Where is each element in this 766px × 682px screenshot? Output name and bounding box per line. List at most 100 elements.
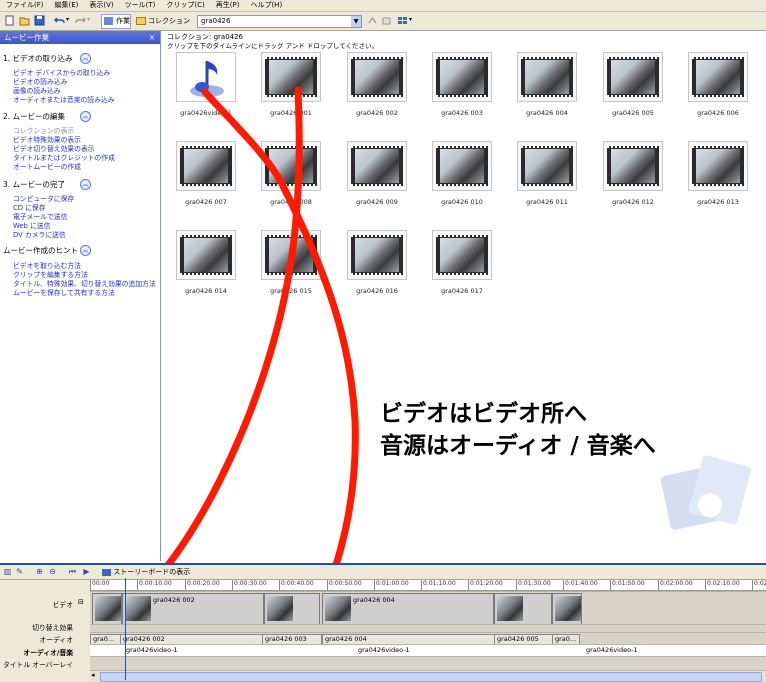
task-import-video[interactable]: ビデオの読み込み <box>13 78 67 87</box>
open-project-icon[interactable] <box>19 15 30 26</box>
tip-capture-video[interactable]: ビデオを取り込む方法 <box>13 262 81 271</box>
timeline-music-clip[interactable]: gra0426video-1 <box>586 646 638 655</box>
menu-file[interactable]: ファイル(F) <box>0 0 49 11</box>
timeline-music-clip[interactable]: gra0426video-1 <box>358 646 410 655</box>
audio-clip-thumbnail[interactable]: gra0426video-1 <box>176 52 236 117</box>
video-clip-thumbnail[interactable]: gra0426 001 <box>261 52 321 117</box>
task-send-dv-camera[interactable]: DV カメラに送信 <box>13 231 66 240</box>
collapse-icon[interactable]: ︽ <box>80 245 91 256</box>
menu-clip[interactable]: クリップ(C) <box>160 0 209 11</box>
task-make-titles[interactable]: タイトルまたはクレジットの作成 <box>13 154 115 163</box>
timeline-scroll-thumb[interactable] <box>100 672 762 682</box>
save-project-icon[interactable] <box>34 15 45 26</box>
menu-play[interactable]: 再生(P) <box>210 0 245 11</box>
timeline-video-clip[interactable]: gra0426 002 <box>122 593 264 625</box>
expand-track-icon[interactable]: ⊟ <box>78 598 84 606</box>
task-show-collections[interactable]: コレクションの表示 <box>13 127 74 136</box>
redo-dropdown-icon[interactable]: ▾ <box>87 16 90 23</box>
ruler-tick: 0:00:10.00 <box>137 580 172 590</box>
scroll-left-icon[interactable]: ◂ <box>91 671 95 679</box>
ruler-tick: 0:01:20.00 <box>468 580 503 590</box>
video-clip-thumbnail[interactable]: gra0426 005 <box>603 52 663 117</box>
video-clip-thumbnail[interactable]: gra0426 015 <box>261 230 321 295</box>
video-clip-thumbnail[interactable]: gra0426 012 <box>603 141 663 206</box>
timeline-video-clip[interactable]: gr... <box>552 593 582 625</box>
filmstrip-icon <box>180 146 232 186</box>
undo-dropdown-icon[interactable]: ▾ <box>66 16 69 23</box>
timeline-scrollbar[interactable]: ◂ <box>90 670 766 682</box>
video-clip-thumbnail[interactable]: gra0426 004 <box>517 52 577 117</box>
title-overlay-track[interactable] <box>90 656 766 670</box>
chevron-down-icon[interactable]: ▼ <box>351 16 361 27</box>
annotation-line-video: ビデオはビデオ所へ <box>380 400 587 427</box>
tip-save-share[interactable]: ムービーを保存して共有する方法 <box>13 289 115 298</box>
task-import-pictures[interactable]: 画像の読み込み <box>13 87 61 96</box>
clip-frame <box>347 141 407 191</box>
collapse-icon[interactable]: ︽ <box>80 179 91 190</box>
menu-edit[interactable]: 編集(E) <box>49 0 84 11</box>
time-ruler[interactable]: 00:00 0:00:10.00 0:00:20.00 0:00:30.00 0:00:… <box>90 580 766 591</box>
close-icon[interactable]: × <box>149 31 155 44</box>
views-dropdown-icon[interactable]: ▾ <box>409 16 412 23</box>
task-import-audio[interactable]: オーディオまたは音楽の読み込み <box>13 96 114 105</box>
task-save-to-cd[interactable]: CD に保存 <box>13 204 46 213</box>
tasks-button[interactable]: 作業 <box>101 14 131 29</box>
task-make-automovie[interactable]: オートムービーの作成 <box>13 163 81 172</box>
views-icon[interactable] <box>397 15 408 26</box>
video-clip-thumbnail[interactable]: gra0426 002 <box>347 52 407 117</box>
video-track[interactable]: gra0426 002 gra0426 004 gr... <box>90 591 766 625</box>
menu-help[interactable]: ヘルプ(H) <box>244 0 287 11</box>
up-one-level-icon[interactable] <box>367 15 378 26</box>
collapse-icon[interactable]: ︽ <box>80 111 91 122</box>
task-save-to-computer[interactable]: コンピュータに保存 <box>13 195 74 204</box>
task-show-video-effects[interactable]: ビデオ特殊効果の表示 <box>13 136 81 145</box>
task-send-email[interactable]: 電子メールで送信 <box>13 213 67 222</box>
set-audio-levels-icon[interactable]: ▥ <box>3 567 12 576</box>
section-finish-title[interactable]: 3. ムービーの完了 <box>3 179 65 190</box>
undo-icon[interactable] <box>54 15 65 26</box>
video-clip-thumbnail[interactable]: gra0426 016 <box>347 230 407 295</box>
menu-tools[interactable]: ツール(T) <box>119 0 161 11</box>
video-clip-thumbnail[interactable]: gra0426 017 <box>432 230 492 295</box>
section-capture-title[interactable]: 1. ビデオの取り込み <box>3 53 73 64</box>
task-send-web[interactable]: Web に送信 <box>13 222 50 231</box>
timeline-video-clip[interactable] <box>264 593 320 625</box>
rewind-icon[interactable]: ⏮ <box>68 567 77 576</box>
collection-select[interactable]: gra0426 ▼ <box>197 15 362 28</box>
video-clip-thumbnail[interactable]: gra0426 014 <box>176 230 236 295</box>
section-tips-title[interactable]: ムービー作成のヒント <box>3 245 78 256</box>
playhead[interactable] <box>125 578 126 680</box>
timeline-video-clip[interactable] <box>494 593 552 625</box>
video-clip-thumbnail[interactable]: gra0426 007 <box>176 141 236 206</box>
redo-icon[interactable] <box>75 15 86 26</box>
video-clip-thumbnail[interactable]: gra0426 003 <box>432 52 492 117</box>
new-project-icon[interactable] <box>4 15 15 26</box>
collections-button[interactable]: コレクション <box>133 14 191 29</box>
tip-edit-clips[interactable]: クリップを編集する方法 <box>13 271 88 280</box>
collapse-icon[interactable]: ︽ <box>80 53 91 64</box>
timeline-video-clip[interactable]: gra0426 004 <box>322 593 494 625</box>
task-show-transitions[interactable]: ビデオ切り替え効果の表示 <box>13 145 95 154</box>
timeline-video-clip[interactable] <box>92 593 122 625</box>
video-clip-thumbnail[interactable]: gra0426 013 <box>688 141 748 206</box>
video-clip-thumbnail[interactable]: gra0426 006 <box>688 52 748 117</box>
video-clip-thumbnail[interactable]: gra0426 011 <box>517 141 577 206</box>
narrate-icon[interactable]: ✎ <box>15 567 24 576</box>
zoom-out-icon[interactable]: ⊖ <box>48 567 57 576</box>
video-clip-thumbnail[interactable]: gra0426 010 <box>432 141 492 206</box>
filmstrip-icon <box>351 235 403 275</box>
show-storyboard-button[interactable]: ストーリーボードの表示 <box>102 567 190 577</box>
new-collection-icon[interactable] <box>381 15 392 26</box>
play-timeline-icon[interactable]: ▶ <box>82 567 91 576</box>
clip-frame <box>432 52 492 102</box>
clip-caption: gra0426 014 <box>185 287 227 295</box>
section-edit-title[interactable]: 2. ムービーの編集 <box>3 111 65 122</box>
zoom-in-icon[interactable]: ⊕ <box>35 567 44 576</box>
video-clip-thumbnail[interactable]: gra0426 009 <box>347 141 407 206</box>
ruler-tick: 0:00:30.00 <box>232 580 267 590</box>
timeline-music-clip[interactable]: gra0426video-1 <box>126 646 178 655</box>
menu-view[interactable]: 表示(V) <box>83 0 118 11</box>
tip-add-effects[interactable]: タイトル、特殊効果、切り替え効果の追加方法 <box>13 280 156 289</box>
video-clip-thumbnail[interactable]: gra0426 008 <box>261 141 321 206</box>
task-capture-from-device[interactable]: ビデオ デバイスからの取り込み <box>13 69 110 78</box>
